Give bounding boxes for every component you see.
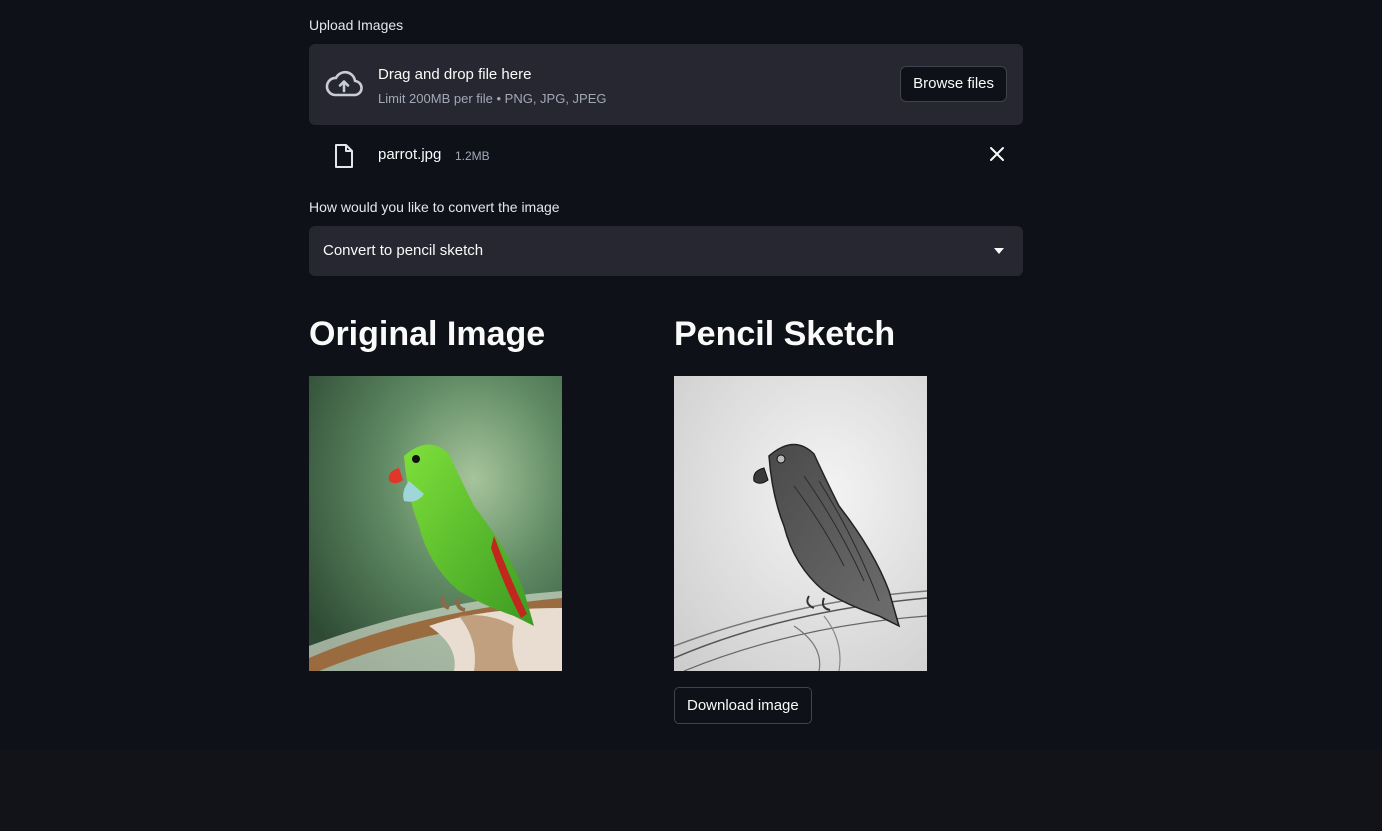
browse-files-button[interactable]: Browse files	[900, 66, 1007, 102]
uploaded-file-row: parrot.jpg 1.2MB	[309, 134, 1023, 176]
pencil-sketch-title: Pencil Sketch	[674, 315, 896, 353]
app-root: Upload Images Drag and drop file here Li…	[0, 0, 1382, 831]
convert-label: How would you like to convert the image	[309, 199, 560, 215]
pencil-sketch-image	[674, 376, 927, 671]
file-icon	[335, 144, 353, 168]
original-image	[309, 376, 562, 671]
footer-band	[0, 750, 1382, 831]
dropzone-limit-text: Limit 200MB per file • PNG, JPG, JPEG	[378, 91, 607, 106]
conversion-select[interactable]: Convert to pencil sketch	[309, 226, 1023, 276]
original-column: Original Image	[309, 312, 639, 671]
sketch-column: Pencil Sketch Download image	[674, 312, 1023, 724]
dropzone-title: Drag and drop file here	[378, 66, 532, 83]
conversion-select-value: Convert to pencil sketch	[323, 242, 484, 259]
file-dropzone[interactable]: Drag and drop file here Limit 200MB per …	[309, 44, 1023, 125]
chevron-down-icon	[994, 248, 1004, 254]
original-image-title: Original Image	[309, 315, 546, 353]
file-name: parrot.jpg	[378, 146, 442, 163]
download-image-button[interactable]: Download image	[674, 687, 812, 724]
close-icon[interactable]	[987, 144, 1007, 164]
cloud-upload-icon	[325, 70, 363, 97]
upload-label: Upload Images	[309, 17, 404, 33]
file-size: 1.2MB	[455, 149, 490, 163]
